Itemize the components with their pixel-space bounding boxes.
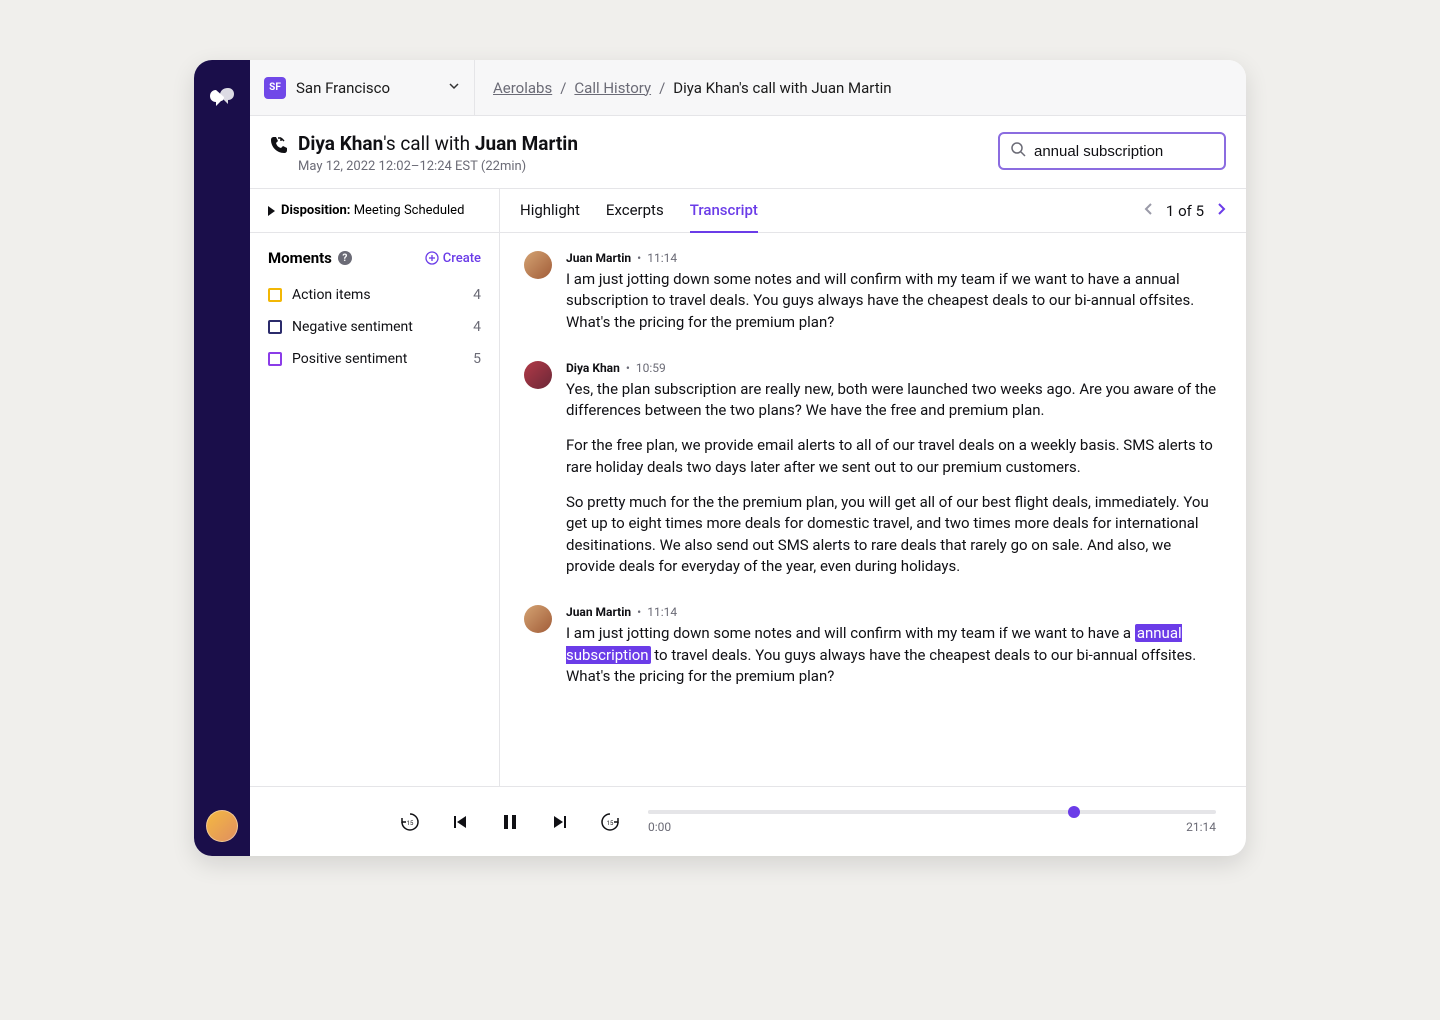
transcript-body: Juan Martin•11:14 I am just jotting down … bbox=[500, 233, 1246, 786]
tab-transcript[interactable]: Transcript bbox=[690, 189, 758, 233]
breadcrumb-link-aerolabs[interactable]: Aerolabs bbox=[493, 79, 552, 97]
message-time: 11:14 bbox=[647, 251, 677, 265]
player-time-start: 0:00 bbox=[648, 820, 671, 834]
svg-text:15: 15 bbox=[407, 820, 414, 827]
breadcrumb: Aerolabs / Call History / Diya Khan's ca… bbox=[475, 60, 1246, 115]
skip-forward-button[interactable] bbox=[550, 812, 570, 832]
moment-count: 4 bbox=[473, 287, 481, 303]
message-time: 10:59 bbox=[636, 361, 666, 375]
tab-excerpts[interactable]: Excerpts bbox=[606, 189, 664, 233]
triangle-right-icon bbox=[268, 206, 275, 216]
pager-prev[interactable] bbox=[1144, 201, 1154, 220]
page-title: Diya Khan's call with Juan Martin bbox=[298, 132, 578, 155]
speaker-avatar bbox=[524, 605, 552, 633]
breadcrumb-link-call-history[interactable]: Call History bbox=[574, 79, 651, 97]
speaker-name: Diya Khan bbox=[566, 361, 620, 375]
player-controls: 15 15 bbox=[280, 812, 620, 832]
moment-label: Negative sentiment bbox=[292, 319, 463, 335]
call-meta: May 12, 2022 12:02–12:24 EST (22min) bbox=[298, 159, 578, 174]
nav-rail bbox=[194, 60, 250, 856]
search-input[interactable] bbox=[1034, 143, 1233, 160]
speaker-name: Juan Martin bbox=[566, 251, 631, 265]
moment-count: 5 bbox=[473, 351, 481, 367]
player-time-end: 21:14 bbox=[1186, 820, 1216, 834]
progress-bar[interactable] bbox=[648, 810, 1216, 814]
sidebar: Disposition: Meeting Scheduled Moments ?… bbox=[250, 189, 500, 786]
message-text: I am just jotting down some notes and wi… bbox=[566, 623, 1222, 687]
search-icon bbox=[1010, 141, 1026, 161]
moments-list: Action items 4 Negative sentiment 4 Posi… bbox=[250, 273, 499, 381]
workspace-badge: SF bbox=[264, 77, 286, 99]
moment-item[interactable]: Action items 4 bbox=[250, 279, 499, 311]
content-area: Disposition: Meeting Scheduled Moments ?… bbox=[250, 189, 1246, 786]
breadcrumb-current: Diya Khan's call with Juan Martin bbox=[673, 79, 891, 97]
transcript-message: Juan Martin•11:14 I am just jotting down … bbox=[524, 605, 1222, 687]
moment-color-swatch bbox=[268, 352, 282, 366]
app-window: SF San Francisco Aerolabs / Call History… bbox=[194, 60, 1246, 856]
tabs: Highlight Excerpts Transcript 1 of 5 bbox=[500, 189, 1246, 233]
audio-player: 15 15 bbox=[250, 786, 1246, 856]
transcript-message: Diya Khan•10:59 Yes, the plan subscriptio… bbox=[524, 361, 1222, 577]
pager-text: 1 of 5 bbox=[1166, 202, 1204, 220]
call-title-block: Diya Khan's call with Juan Martin May 12… bbox=[270, 132, 578, 174]
pause-button[interactable] bbox=[500, 812, 520, 832]
phone-icon bbox=[270, 136, 288, 154]
moment-item[interactable]: Positive sentiment 5 bbox=[250, 343, 499, 375]
workspace-name: San Francisco bbox=[296, 79, 438, 97]
search-input-wrapper[interactable] bbox=[998, 132, 1226, 170]
message-header: Diya Khan•10:59 bbox=[566, 361, 1222, 375]
app-logo[interactable] bbox=[210, 86, 234, 110]
speaker-name: Juan Martin bbox=[566, 605, 631, 619]
transcript-message: Juan Martin•11:14 I am just jotting down … bbox=[524, 251, 1222, 333]
moments-title: Moments ? bbox=[268, 249, 352, 267]
create-moment-button[interactable]: Create bbox=[425, 251, 481, 266]
topbar: SF San Francisco Aerolabs / Call History… bbox=[250, 60, 1246, 116]
tab-highlight[interactable]: Highlight bbox=[520, 189, 580, 233]
workspace-selector[interactable]: SF San Francisco bbox=[250, 60, 475, 115]
message-header: Juan Martin•11:14 bbox=[566, 605, 1222, 619]
moment-label: Positive sentiment bbox=[292, 351, 463, 367]
moments-header: Moments ? Create bbox=[250, 233, 499, 273]
user-avatar[interactable] bbox=[206, 810, 238, 842]
message-header: Juan Martin•11:14 bbox=[566, 251, 1222, 265]
moment-color-swatch bbox=[268, 288, 282, 302]
speaker-avatar bbox=[524, 361, 552, 389]
progress-knob[interactable] bbox=[1068, 806, 1080, 818]
chevron-down-icon bbox=[448, 80, 460, 95]
message-time: 11:14 bbox=[647, 605, 677, 619]
forward-15-button[interactable]: 15 bbox=[600, 812, 620, 832]
moment-count: 4 bbox=[473, 319, 481, 335]
svg-text:15: 15 bbox=[607, 820, 614, 827]
page-header: Diya Khan's call with Juan Martin May 12… bbox=[250, 116, 1246, 189]
help-icon[interactable]: ? bbox=[338, 251, 352, 265]
disposition-row[interactable]: Disposition: Meeting Scheduled bbox=[250, 189, 499, 233]
message-text: Yes, the plan subscription are really ne… bbox=[566, 379, 1222, 577]
search-highlight: annual subscription bbox=[566, 624, 1182, 663]
transcript-panel: Highlight Excerpts Transcript 1 of 5 Juan … bbox=[500, 189, 1246, 786]
main-area: SF San Francisco Aerolabs / Call History… bbox=[250, 60, 1246, 856]
result-pager: 1 of 5 bbox=[1144, 201, 1226, 220]
moment-label: Action items bbox=[292, 287, 463, 303]
message-text: I am just jotting down some notes and wi… bbox=[566, 269, 1222, 333]
moment-item[interactable]: Negative sentiment 4 bbox=[250, 311, 499, 343]
moment-color-swatch bbox=[268, 320, 282, 334]
progress-times: 0:00 21:14 bbox=[648, 820, 1216, 834]
progress-wrap: 0:00 21:14 bbox=[648, 810, 1216, 834]
skip-back-button[interactable] bbox=[450, 812, 470, 832]
rewind-15-button[interactable]: 15 bbox=[400, 812, 420, 832]
pager-next[interactable] bbox=[1216, 201, 1226, 220]
speaker-avatar bbox=[524, 251, 552, 279]
